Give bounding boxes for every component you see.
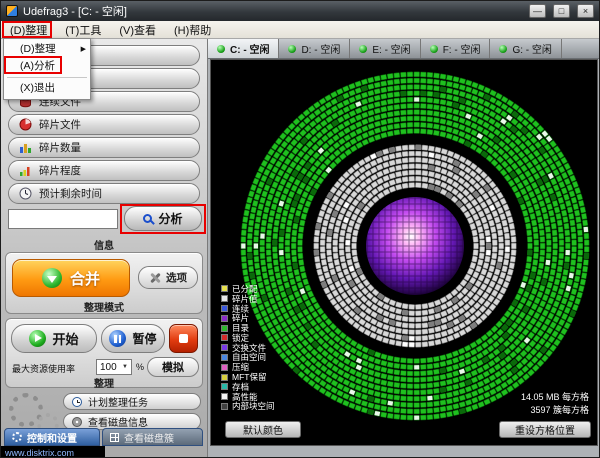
- dropdown-item-analyze[interactable]: (A)分析: [4, 58, 90, 75]
- drive-tab-d[interactable]: D: - 空闲: [279, 39, 350, 58]
- drive-icon: [430, 45, 438, 53]
- magnifier-icon: [143, 214, 152, 223]
- merge-download-icon: [42, 268, 62, 288]
- drive-icon: [499, 45, 507, 53]
- defrag-caption: 整理: [6, 375, 202, 390]
- stop-button[interactable]: [169, 324, 198, 353]
- window-title: Udefrag3 - [C: - 空闲]: [23, 3, 522, 19]
- drive-tab-c[interactable]: C: - 空闲: [208, 39, 279, 58]
- legend-swatch: [221, 354, 228, 361]
- menu-defrag[interactable]: (D)整理: [1, 20, 56, 40]
- stat-row-time-remaining[interactable]: 预计剩余时间: [8, 183, 200, 204]
- stat-row-fragment-count[interactable]: 碎片数量: [8, 137, 200, 158]
- analyze-input[interactable]: [8, 209, 118, 229]
- menu-separator: [7, 77, 87, 78]
- stop-icon: [179, 334, 188, 343]
- legend-item: 内部块空间: [221, 402, 275, 412]
- default-colors-button[interactable]: 默认颜色: [225, 421, 301, 438]
- legend: 已分配碎片值连续碎片目录锁定交换文件自由空间压缩MFT保留存档高性能内部块空间: [221, 284, 275, 411]
- mode-panel: 合并 选项 整理模式: [5, 252, 203, 314]
- legend-swatch: [221, 374, 228, 381]
- legend-swatch: [221, 315, 228, 322]
- tab-control-settings[interactable]: 控制和设置: [4, 428, 100, 446]
- reset-blocks-button[interactable]: 重设方格位置: [499, 421, 591, 438]
- start-button[interactable]: 开始: [11, 324, 97, 353]
- transport-panel: 开始 暂停 最大资源使用率 100 % 模拟 整理: [5, 318, 203, 388]
- legend-swatch: [221, 383, 228, 390]
- clock-icon: [72, 397, 82, 407]
- submenu-arrow-icon: ▶: [81, 41, 86, 58]
- simulate-button[interactable]: 模拟: [147, 357, 199, 377]
- level-bars-icon: [19, 164, 32, 177]
- minimize-button[interactable]: —: [529, 4, 546, 18]
- legend-swatch: [221, 403, 228, 410]
- legend-swatch: [221, 295, 228, 302]
- pause-icon: [109, 330, 126, 347]
- block-size-mb: 14.05 MB 每方格: [449, 390, 589, 403]
- drive-tab-e[interactable]: E: - 空闲: [350, 39, 420, 58]
- close-button[interactable]: ×: [577, 4, 594, 18]
- legend-swatch: [221, 285, 228, 292]
- percent-label: %: [136, 362, 144, 372]
- stat-row-fragment-level[interactable]: 碎片程度: [8, 160, 200, 181]
- menu-tools[interactable]: (T)工具: [56, 20, 110, 40]
- drive-tab-bar: C: - 空闲 D: - 空闲 E: - 空闲 F: - 空闲 G: - 空闲: [208, 39, 599, 59]
- resource-label: 最大资源使用率: [12, 362, 75, 375]
- title-bar: Udefrag3 - [C: - 空闲] — □ ×: [1, 1, 599, 21]
- mode-caption: 整理模式: [6, 299, 202, 314]
- pause-button[interactable]: 暂停: [101, 324, 165, 353]
- tab-disk-clusters[interactable]: 查看磁盘簇: [102, 428, 203, 446]
- schedule-button[interactable]: 计划整理任务: [63, 393, 201, 410]
- analyze-button[interactable]: 分析: [124, 206, 202, 231]
- wrench-icon: [149, 272, 161, 284]
- legend-label: 内部块空间: [232, 400, 275, 412]
- drive-icon: [288, 45, 296, 53]
- disk-canvas: 已分配碎片值连续碎片目录锁定交换文件自由空间压缩MFT保留存档高性能内部块空间 …: [210, 59, 598, 446]
- dropdown-item-defrag[interactable]: (D)整理 ▶: [4, 41, 90, 58]
- drive-tab-f[interactable]: F: - 空闲: [421, 39, 491, 58]
- drive-icon: [217, 45, 225, 53]
- drive-tab-g[interactable]: G: - 空闲: [490, 39, 561, 58]
- play-icon: [29, 330, 46, 347]
- menu-view[interactable]: (V)查看: [110, 20, 165, 40]
- clock-icon: [19, 187, 32, 200]
- resource-select[interactable]: 100: [96, 359, 132, 375]
- legend-swatch: [221, 325, 228, 332]
- app-icon: [6, 5, 18, 17]
- sidebar: 连续文件 碎片文件 碎片数量 碎片程度 预计剩余时间: [1, 39, 208, 458]
- maximize-button[interactable]: □: [553, 4, 570, 18]
- menu-help[interactable]: (H)帮助: [165, 20, 220, 40]
- sphere-grid: [365, 196, 465, 296]
- legend-swatch: [221, 344, 228, 351]
- bar-chart-icon: [19, 141, 32, 154]
- drive-icon: [359, 45, 367, 53]
- defrag-dropdown-menu: (D)整理 ▶ (A)分析 (X)退出: [3, 38, 91, 100]
- app-window: Udefrag3 - [C: - 空闲] — □ × (D)整理 (T)工具 (…: [0, 0, 600, 458]
- pie-chart-icon: [19, 118, 32, 131]
- merge-button[interactable]: 合并: [12, 259, 130, 297]
- block-size-clusters: 3597 簇每方格: [449, 403, 589, 416]
- info-caption: 信息: [1, 237, 207, 252]
- menu-bar: (D)整理 (T)工具 (V)查看 (H)帮助: [1, 21, 599, 39]
- disc-icon: [72, 417, 82, 427]
- legend-swatch: [221, 305, 228, 312]
- stat-row-fragmented-files[interactable]: 碎片文件: [8, 114, 200, 135]
- dropdown-item-exit[interactable]: (X)退出: [4, 80, 90, 97]
- grid-icon: [110, 433, 119, 442]
- gear-icon: [12, 432, 22, 442]
- options-button[interactable]: 选项: [138, 266, 198, 289]
- legend-swatch: [221, 334, 228, 341]
- legend-swatch: [221, 393, 228, 400]
- legend-swatch: [221, 364, 228, 371]
- website-link[interactable]: www.disktrix.com: [1, 446, 105, 458]
